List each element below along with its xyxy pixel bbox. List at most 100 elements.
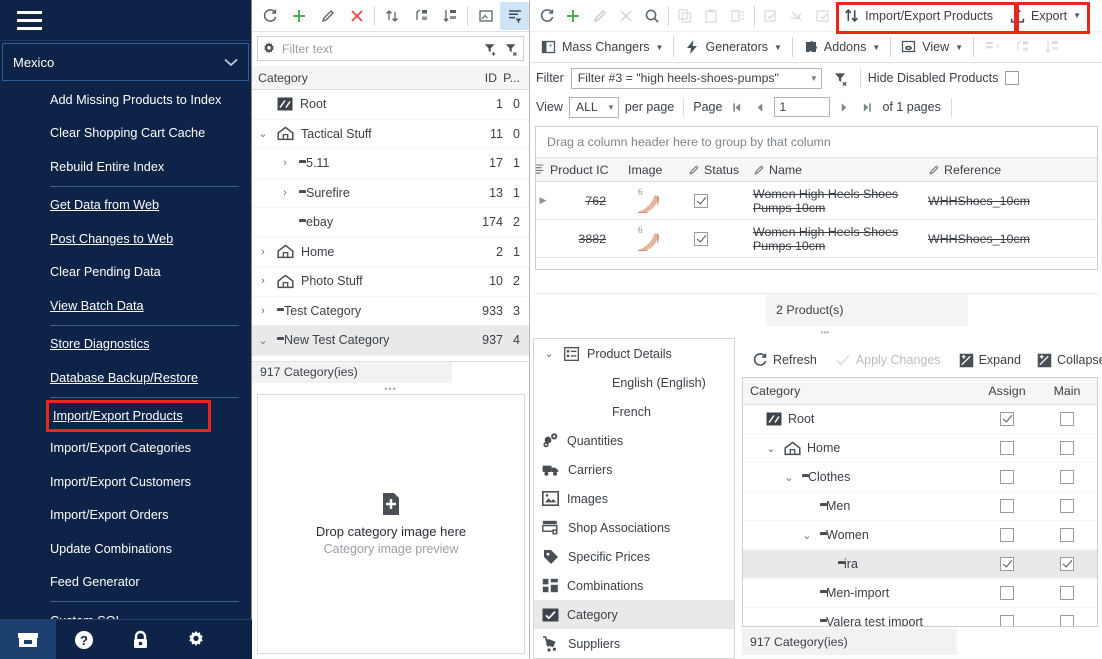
- main-checkbox-cell[interactable]: [1037, 586, 1097, 600]
- help-question-icon[interactable]: ?: [56, 620, 112, 659]
- sidebar-item-clear-shopping-cart-cache[interactable]: Clear Shopping Cart Cache: [0, 117, 251, 151]
- sort-alpha-icon[interactable]: A: [977, 33, 1007, 61]
- addons-menu[interactable]: Addons ▼: [796, 34, 887, 60]
- move-up-level-icon[interactable]: [1007, 33, 1037, 61]
- collapse-button[interactable]: Collapse: [1030, 347, 1102, 373]
- export-button[interactable]: Export ▼: [1002, 3, 1088, 29]
- chevron-right-icon[interactable]: ›: [256, 246, 270, 258]
- sidebar-item-rebuild-entire-index[interactable]: Rebuild Entire Index: [0, 150, 251, 184]
- row-checkbox[interactable]: [1000, 615, 1014, 626]
- product-grid-row[interactable]: 3882 6 Women High Heels Shoes Pumps 10cm WH…: [536, 220, 1097, 258]
- product-details-item-category[interactable]: Category: [534, 600, 734, 629]
- row-checkbox[interactable]: [694, 231, 708, 246]
- panel-splitter-handle[interactable]: •••: [805, 328, 845, 337]
- refresh-button[interactable]: Refresh: [745, 347, 824, 373]
- lock-icon[interactable]: [112, 620, 168, 659]
- product-details-item-combinations[interactable]: Combinations: [534, 571, 734, 600]
- sidebar-item-import-export-orders[interactable]: Import/Export Orders: [0, 499, 251, 533]
- assign-checkbox-cell[interactable]: [977, 557, 1037, 571]
- product-details-item-images[interactable]: Images: [534, 484, 734, 513]
- category-tree-row[interactable]: ⌄ New Test Category 937 4: [252, 326, 529, 356]
- product-details-item-specific-prices[interactable]: Specific Prices: [534, 542, 734, 571]
- main-checkbox-cell[interactable]: [1037, 470, 1097, 484]
- hide-disabled-products-checkbox[interactable]: [1005, 71, 1020, 85]
- column-header-category[interactable]: Category: [743, 384, 977, 398]
- column-header-name[interactable]: Name: [753, 163, 928, 177]
- product-details-item-suppliers[interactable]: Suppliers: [534, 629, 734, 658]
- filter-combo[interactable]: Filter #3 = "high heels-shoes-pumps" ▼: [570, 67, 822, 89]
- sidebar-item-view-batch-data[interactable]: View Batch Data: [0, 289, 251, 323]
- row-checkbox[interactable]: [1000, 528, 1014, 542]
- row-checkbox[interactable]: [1060, 412, 1074, 426]
- gear-icon[interactable]: [168, 620, 224, 659]
- row-checkbox[interactable]: [1000, 557, 1014, 571]
- product-grid-row[interactable]: ▶ 762 6 Women High Heels Shoes Pumps 10cm WH…: [536, 182, 1097, 220]
- delete-x-icon[interactable]: [613, 2, 639, 30]
- chevron-down-icon[interactable]: ⌄: [800, 529, 814, 542]
- main-checkbox-cell[interactable]: [1037, 615, 1097, 626]
- check-selected-icon[interactable]: [810, 2, 836, 30]
- chevron-down-icon[interactable]: ⌄: [256, 127, 270, 140]
- group-by-drop-area[interactable]: Drag a column header here to group by th…: [536, 127, 1097, 158]
- category-assign-row[interactable]: ⌄ Clothes: [743, 463, 1097, 492]
- chevron-down-icon[interactable]: ⌄: [542, 347, 556, 360]
- main-checkbox-cell[interactable]: [1037, 412, 1097, 426]
- product-details-item-english-english[interactable]: English (English): [534, 368, 734, 397]
- product-status-checkbox[interactable]: [688, 193, 753, 208]
- page-number-input[interactable]: 1: [774, 97, 831, 117]
- move-updown-icon[interactable]: [378, 2, 407, 30]
- assign-checkbox-cell[interactable]: [977, 441, 1037, 455]
- expand-button[interactable]: Expand: [952, 347, 1028, 373]
- column-header-category[interactable]: Category: [252, 71, 463, 85]
- category-tree-row[interactable]: ›ebay1742: [252, 208, 529, 238]
- move-up-level-icon[interactable]: [407, 2, 436, 30]
- main-checkbox-cell[interactable]: [1037, 499, 1097, 513]
- row-checkbox[interactable]: [1000, 441, 1014, 455]
- category-assign-row[interactable]: ›ira: [743, 550, 1097, 579]
- hamburger-menu-icon[interactable]: [17, 10, 42, 30]
- copy-icon[interactable]: [672, 2, 698, 30]
- main-checkbox-cell[interactable]: [1037, 441, 1097, 455]
- sidebar-item-post-changes-to-web[interactable]: Post Changes to Web: [0, 222, 251, 256]
- import-export-products-button[interactable]: Import/Export Products: [836, 3, 1000, 29]
- sidebar-item-import-export-categories[interactable]: Import/Export Categories: [0, 432, 251, 466]
- chevron-down-icon[interactable]: ⌄: [256, 334, 270, 347]
- column-header-products[interactable]: P...: [497, 71, 529, 85]
- product-details-item-french[interactable]: French: [534, 397, 734, 426]
- category-tree-row[interactable]: › Test Category 933 3: [252, 297, 529, 326]
- column-header-status[interactable]: Status: [688, 163, 753, 177]
- store-selector-dropdown[interactable]: Mexico: [2, 43, 249, 81]
- category-tree-row[interactable]: ›Root10: [252, 90, 529, 120]
- category-assign-row[interactable]: ›Valera test import: [743, 608, 1097, 626]
- row-checkbox[interactable]: [1000, 470, 1014, 484]
- chevron-down-icon[interactable]: ⌄: [782, 471, 796, 484]
- paste-icon[interactable]: [698, 2, 724, 30]
- assign-checkbox-cell[interactable]: [977, 412, 1037, 426]
- sidebar-item-feed-generator[interactable]: Feed Generator: [0, 566, 251, 600]
- first-page-icon[interactable]: [728, 97, 745, 117]
- row-checkbox[interactable]: [1060, 499, 1074, 513]
- chevron-right-icon[interactable]: ›: [278, 157, 292, 169]
- category-assign-row[interactable]: ›Men-import: [743, 579, 1097, 608]
- check-all-icon[interactable]: [758, 2, 784, 30]
- view-menu[interactable]: View ▼: [894, 34, 970, 60]
- generators-menu[interactable]: Generators ▼: [677, 34, 788, 60]
- assign-checkbox-cell[interactable]: [977, 499, 1037, 513]
- category-assign-row[interactable]: ›Root: [743, 405, 1097, 434]
- refresh-icon[interactable]: [256, 2, 285, 30]
- category-tree-row[interactable]: ⌄ Tactical Stuff 11 0: [252, 120, 529, 149]
- row-checkbox[interactable]: [1060, 586, 1074, 600]
- product-details-header[interactable]: ⌄ Product Details: [534, 339, 734, 368]
- category-image-dropzone[interactable]: Drop category image here Category image …: [257, 394, 525, 654]
- gear-icon[interactable]: [262, 42, 276, 56]
- column-header-image[interactable]: Image: [628, 163, 688, 177]
- column-header-main[interactable]: Main: [1037, 384, 1097, 398]
- duplicate-icon[interactable]: [724, 2, 750, 30]
- add-plus-icon[interactable]: [560, 2, 586, 30]
- apply-changes-button[interactable]: Apply Changes: [828, 347, 948, 373]
- category-tree-row[interactable]: › Home 2 1: [252, 238, 529, 267]
- product-status-checkbox[interactable]: [688, 231, 753, 246]
- column-header-reference[interactable]: Reference: [928, 163, 1001, 177]
- category-tree-row[interactable]: › Surefire 13 1: [252, 179, 529, 208]
- sidebar-item-clear-pending-data[interactable]: Clear Pending Data: [0, 256, 251, 290]
